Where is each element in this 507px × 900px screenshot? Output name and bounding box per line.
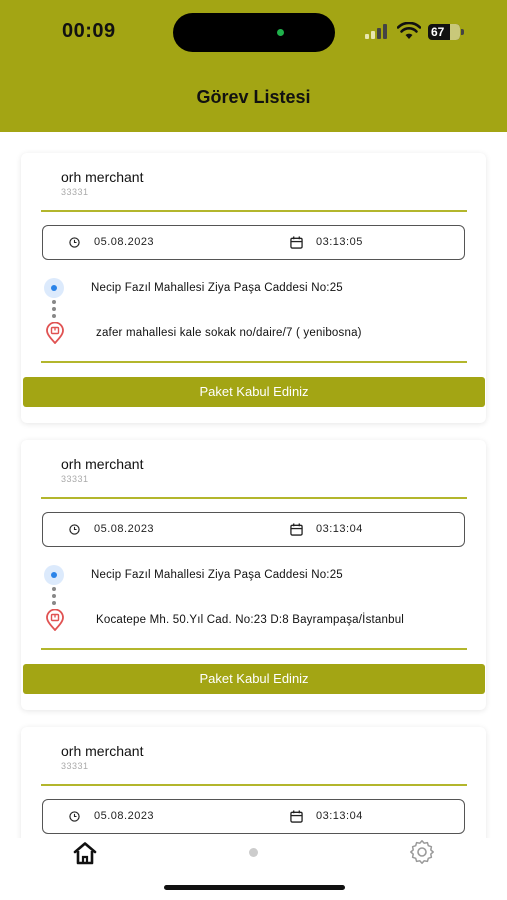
clock-icon <box>69 524 80 535</box>
merchant-name: orh merchant <box>61 169 144 185</box>
pickup-location-icon <box>44 278 64 298</box>
clock-icon <box>69 811 80 822</box>
merchant-code: 33331 <box>61 187 89 197</box>
battery-level: 67 <box>431 25 445 39</box>
date-time-box: 05.08.2023 03:13:04 <box>42 512 465 547</box>
gear-icon[interactable] <box>409 839 435 865</box>
divider <box>41 361 467 363</box>
accept-package-button[interactable]: Paket Kabul Ediniz <box>23 664 485 694</box>
divider <box>41 784 467 786</box>
task-card[interactable]: orh merchant 33331 05.08.2023 03:13:04 <box>21 727 486 847</box>
home-icon[interactable] <box>72 841 98 865</box>
home-indicator <box>164 885 345 890</box>
pickup-address: Necip Fazıl Mahallesi Ziya Paşa Caddesi … <box>91 569 343 581</box>
pickup-address: Necip Fazıl Mahallesi Ziya Paşa Caddesi … <box>91 282 343 294</box>
task-date: 05.08.2023 <box>94 810 155 822</box>
calendar-icon <box>290 236 303 249</box>
dropoff-location-icon <box>46 322 64 344</box>
clock-icon <box>69 237 80 248</box>
divider <box>41 497 467 499</box>
task-time: 03:13:04 <box>316 810 363 822</box>
bottom-tab-bar <box>0 838 507 900</box>
divider <box>41 210 467 212</box>
merchant-name: orh merchant <box>61 456 144 472</box>
page-title: Görev Listesi <box>196 87 311 107</box>
task-date: 05.08.2023 <box>94 523 155 535</box>
date-time-box: 05.08.2023 03:13:05 <box>42 225 465 260</box>
merchant-code: 33331 <box>61 761 89 771</box>
merchant-code: 33331 <box>61 474 89 484</box>
task-card[interactable]: orh merchant 33331 05.08.2023 03:13:05 N… <box>21 153 486 423</box>
dynamic-island <box>173 13 335 52</box>
battery-icon: 67 <box>428 24 464 40</box>
task-card[interactable]: orh merchant 33331 05.08.2023 03:13:04 N… <box>21 440 486 710</box>
route-dots-icon <box>52 300 56 322</box>
app-header: 00:09 67 Görev Listesi <box>0 0 507 132</box>
divider <box>41 648 467 650</box>
dropoff-address: Kocatepe Mh. 50.Yıl Cad. No:23 D:8 Bayra… <box>96 614 405 626</box>
cellular-signal-icon <box>365 24 391 39</box>
date-time-box: 05.08.2023 03:13:04 <box>42 799 465 834</box>
tab-indicator-dot[interactable] <box>249 848 258 857</box>
dropoff-location-icon <box>46 609 64 631</box>
dropoff-address: zafer mahallesi kale sokak no/daire/7 ( … <box>96 327 362 339</box>
camera-indicator-icon <box>277 29 284 36</box>
wifi-icon <box>397 22 421 39</box>
task-date: 05.08.2023 <box>94 236 155 248</box>
accept-package-button[interactable]: Paket Kabul Ediniz <box>23 377 485 407</box>
task-time: 03:13:05 <box>316 236 363 248</box>
pickup-location-icon <box>44 565 64 585</box>
merchant-name: orh merchant <box>61 743 144 759</box>
status-time: 00:09 <box>62 20 116 42</box>
route-dots-icon <box>52 587 56 609</box>
task-time: 03:13:04 <box>316 523 363 535</box>
calendar-icon <box>290 523 303 536</box>
calendar-icon <box>290 810 303 823</box>
